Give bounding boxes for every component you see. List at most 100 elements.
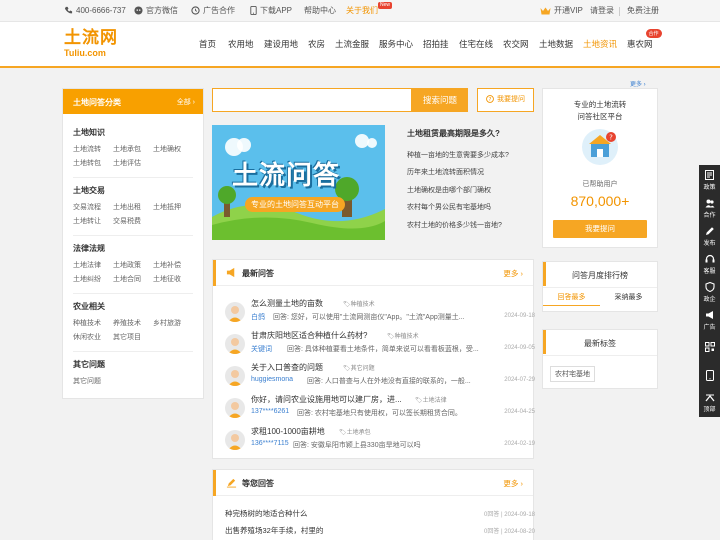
qa-row[interactable]: 关于入口普查的问题 🏷其它问题 huggiesmona 回答: 人口普查与人在外… [225,362,535,398]
community-ask-button[interactable]: 我要提问 [553,220,647,238]
group-laws: 法律法规 土地法律 土地政策 土地补偿 土地纠纷 土地合同 土地征收 [73,243,195,294]
sidebar-item-mobile[interactable] [699,361,720,389]
category-link[interactable]: 乡村旅游 [153,318,181,328]
nav-construction[interactable]: 建设用地 [264,38,298,50]
nav-huinong[interactable]: 惠农网 合作 [627,29,662,50]
qa-row[interactable]: 甘肃庆阳地区适合种植什么药材? 🏷种植技术 关键词 回答: 具体种植要看土地条件… [225,330,535,366]
nav-farmhouse[interactable]: 农房 [308,38,325,50]
qa-row[interactable]: 怎么测量土地的亩数 🏷种植技术 白鸽 回答: 您好，可以使用"土流网测亩仪"Ap… [225,298,535,334]
category-link[interactable]: 交易税费 [113,216,141,226]
nav-service[interactable]: 服务中心 [379,38,413,50]
category-link[interactable]: 土地纠纷 [73,274,101,284]
question-tag[interactable]: 🏷土地承包 [339,427,371,436]
site-logo[interactable]: 土流网 Tuliu.com [64,28,124,64]
nav-land-data[interactable]: 土地数据 [539,38,573,50]
community-more-link[interactable]: 更多 › [630,79,646,88]
register-link[interactable]: 免费注册 [627,0,659,22]
qa-banner[interactable]: 土流问答 专业的土地问答互动平台 [212,125,385,240]
banner-title: 土流问答 [232,160,341,190]
category-link[interactable]: 土地评估 [113,158,141,168]
answer-user[interactable]: 白鸽 [251,312,265,322]
app-link[interactable]: 下载APP [250,0,292,22]
category-link[interactable]: 土地转包 [73,158,101,168]
waiting-question[interactable]: 种完杨树的地适合种什么 [225,508,308,519]
hot-question-link[interactable]: 种植一亩地的生意需要多少成本? [407,150,509,160]
nav-home[interactable]: 首页 [199,38,216,50]
question-title[interactable]: 甘肃庆阳地区适合种植什么药材? [251,330,367,341]
sidebar-item-ads[interactable]: 广告 [699,305,720,333]
tab-most-adopted[interactable]: 采纳最多 [600,292,657,302]
login-link[interactable]: 请登录 [590,0,614,22]
ask-question-button[interactable]: ? 我要提问 [477,88,534,112]
hot-question-link[interactable]: 历年来土地流转面积情况 [407,167,484,177]
answer-user[interactable]: 136****7115 [251,440,289,447]
search-button[interactable]: 搜索问题 [412,88,468,112]
sidebar-item-publish[interactable]: 发布 [699,221,720,249]
question-title[interactable]: 你好，请问农业设施用地可以建厂房，进... [251,394,402,405]
question-title[interactable]: 关于入口普查的问题 [251,362,323,373]
category-link[interactable]: 休闲农业 [73,332,101,342]
phone-link[interactable]: 400-6666-737 [64,0,126,22]
answer-user[interactable]: 关键词 [251,344,272,354]
hot-question-link[interactable]: 农村土地的价格多少钱一亩地? [407,220,502,230]
category-link[interactable]: 种植技术 [73,318,101,328]
category-link[interactable]: 其它问题 [73,376,101,386]
answer-user[interactable]: 137****6261 [251,408,289,415]
question-title[interactable]: 求租100-1000亩耕地 [251,426,325,437]
sidebar-item-support[interactable]: 客服 [699,249,720,277]
nav-finance[interactable]: 土流金服 [335,38,369,50]
back-to-top-button[interactable]: 顶部 [699,389,720,417]
answer-count: 0回答 [484,529,500,535]
waiting-row[interactable]: 出售养殖场32年手续，村里的 0回答 | 2024-08-20 [225,525,535,539]
question-tag[interactable]: 🏷种植技术 [387,331,419,340]
nav-land-news[interactable]: 土地资讯 [583,38,617,50]
nav-housing[interactable]: 住宅在线 [459,38,493,50]
category-link[interactable]: 养殖技术 [113,318,141,328]
category-link[interactable]: 土地补偿 [153,260,181,270]
help-link[interactable]: 帮助中心 [304,0,336,22]
waiting-more-link[interactable]: 更多 › [503,478,523,489]
category-link[interactable]: 土地征收 [153,274,181,284]
waiting-row[interactable]: 种完杨树的地适合种什么 0回答 | 2024-09-18 [225,508,535,522]
waiting-header: 等您回答 更多 › [213,470,533,496]
category-all-link[interactable]: 全部 › [177,97,195,107]
question-tag[interactable]: 🏷其它问题 [343,363,375,372]
category-link[interactable]: 土地政策 [113,260,141,270]
nav-auction[interactable]: 招拍挂 [423,38,449,50]
search-input[interactable] [212,88,412,112]
waiting-question[interactable]: 出售养殖场32年手续，村里的 [225,525,323,536]
category-link[interactable]: 土地承包 [113,144,141,154]
category-link[interactable]: 交易流程 [73,202,101,212]
wechat-link[interactable]: 官方微信 [134,0,178,22]
sidebar-item-government[interactable]: 政企 [699,277,720,305]
hot-question-title[interactable]: 土地租赁最高期限是多久? [407,128,500,139]
question-title[interactable]: 怎么测量土地的亩数 [251,298,323,309]
category-link[interactable]: 土地流转 [73,144,101,154]
category-link[interactable]: 其它项目 [113,332,141,342]
tab-most-answers[interactable]: 回答最多 [543,292,600,306]
category-link[interactable]: 土地出租 [113,202,141,212]
about-link[interactable]: 关于我们 New [346,0,393,22]
hot-question-link[interactable]: 土地确权是由哪个部门确权 [407,185,491,195]
divider [543,287,657,288]
qa-row[interactable]: 你好，请问农业设施用地可以建厂房，进... 🏷土地法律 137****6261 … [225,394,535,430]
nav-farmland[interactable]: 农用地 [228,38,254,50]
question-tag[interactable]: 🏷种植技术 [343,299,375,308]
vip-link[interactable]: 开通VIP [540,0,583,22]
category-link[interactable]: 土地合同 [113,274,141,284]
qa-row[interactable]: 求租100-1000亩耕地 🏷土地承包 136****7115 回答: 安徽阜阳… [225,426,535,462]
ads-link[interactable]: 广告合作 [191,0,235,22]
latest-more-link[interactable]: 更多 › [503,268,523,279]
answer-user[interactable]: huggiesmona [251,376,293,383]
question-tag[interactable]: 🏷土地法律 [415,395,447,404]
nav-farm-exchange[interactable]: 农交网 [503,38,529,50]
tag-chip[interactable]: 农村宅基地 [550,366,595,382]
category-link[interactable]: 土地法律 [73,260,101,270]
category-link[interactable]: 土地转让 [73,216,101,226]
category-link[interactable]: 土地抵押 [153,202,181,212]
sidebar-item-qrcode[interactable] [699,333,720,361]
sidebar-item-cooperation[interactable]: 合作 [699,193,720,221]
hot-question-link[interactable]: 农村每个男公民有宅基地吗 [407,202,491,212]
category-link[interactable]: 土地确权 [153,144,181,154]
sidebar-item-policy[interactable]: 政策 [699,165,720,193]
